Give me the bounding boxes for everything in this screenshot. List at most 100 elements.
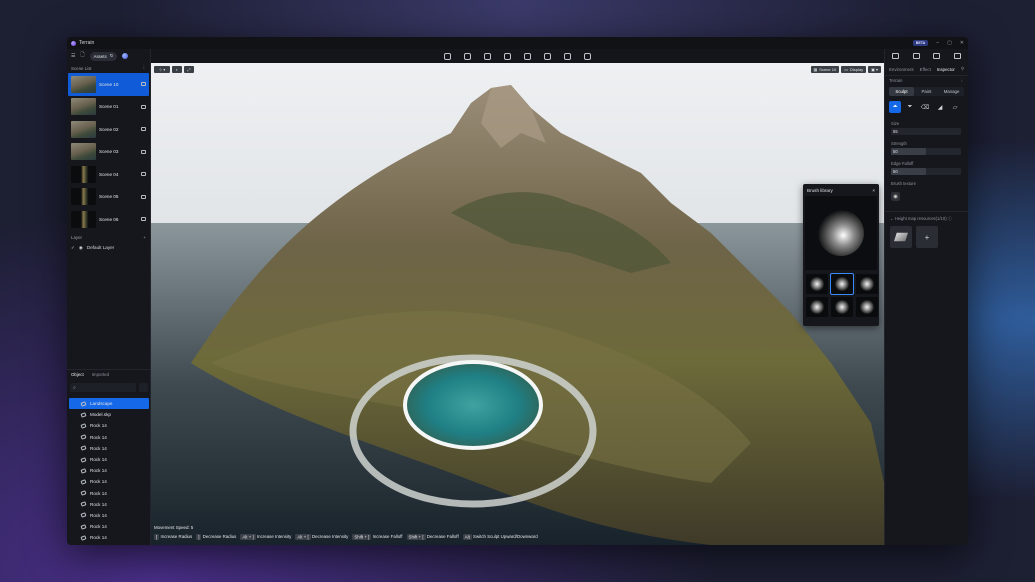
view-toggle-button[interactable]: ◐ xyxy=(172,66,182,73)
camera-icon[interactable] xyxy=(141,149,146,154)
mode-manage[interactable]: Manage xyxy=(939,87,964,96)
scene-chip[interactable]: ▦ Scene 10 xyxy=(810,66,840,73)
minimize-icon[interactable]: – xyxy=(936,40,939,46)
camera-icon[interactable] xyxy=(141,172,146,177)
record-icon[interactable] xyxy=(933,53,941,59)
brush-thumbnail[interactable] xyxy=(830,273,854,295)
shape-icon[interactable] xyxy=(504,52,511,60)
view-options-button[interactable]: ▣ ▾ xyxy=(868,66,881,73)
camera-icon[interactable] xyxy=(141,127,146,132)
brush-thumbnail[interactable] xyxy=(856,274,878,294)
object-item[interactable]: Model.skp xyxy=(69,409,149,420)
camera-icon[interactable] xyxy=(141,217,146,222)
add-heightmap-button[interactable]: + xyxy=(916,226,938,248)
building-icon[interactable] xyxy=(464,52,471,60)
scene-item[interactable]: Scene 03 xyxy=(68,141,149,164)
object-search-input[interactable]: ⌕ xyxy=(70,383,136,392)
scene-label: Scene 10 xyxy=(99,81,119,87)
close-icon[interactable]: ✕ xyxy=(960,40,964,46)
layer-item[interactable]: ✓ ◉ Default Layer xyxy=(67,243,150,253)
layer-header: Layer + xyxy=(67,233,150,243)
mode-paint[interactable]: Paint xyxy=(914,87,939,96)
object-item[interactable]: Rock 14 xyxy=(69,476,149,487)
raise-tool-icon[interactable]: ⏶ xyxy=(889,101,901,113)
right-panel: Environment Effect Inspector ⚲ Terrain ⋮ Sc… xyxy=(884,49,968,545)
shortcut-hints: [ Increase Radius] Decrease Radius Alt + … xyxy=(154,533,538,540)
globe-icon[interactable] xyxy=(122,53,129,59)
object-icon[interactable] xyxy=(524,52,531,60)
screenshot-icon[interactable] xyxy=(912,53,920,59)
assets-button[interactable]: Assets ↻ xyxy=(89,51,118,61)
camera-icon[interactable] xyxy=(141,82,146,87)
brush-thumbnail[interactable] xyxy=(856,297,878,317)
shortcut-hint: Alt + [ Decrease Intensity xyxy=(295,533,348,540)
camera-icon[interactable] xyxy=(141,104,146,109)
tab-imported[interactable]: Imported xyxy=(92,372,109,377)
object-item[interactable]: Landscape xyxy=(69,398,149,410)
chevron-down-icon[interactable]: ⌄ xyxy=(890,216,894,221)
smooth-tool-icon[interactable]: ◢ xyxy=(934,101,946,113)
object-item[interactable]: Rock 14 xyxy=(69,454,149,465)
display-chip[interactable]: ▭ Display xyxy=(841,66,867,73)
object-item[interactable]: Rock 14 xyxy=(69,488,149,499)
scene-list-options-icon[interactable]: ⋮ xyxy=(142,65,146,71)
size-input[interactable]: 55 xyxy=(891,128,961,135)
app-logo-icon xyxy=(71,40,76,46)
tab-object[interactable]: Object xyxy=(71,372,84,377)
object-item[interactable]: Rock 14 xyxy=(69,510,149,521)
object-item[interactable]: Rock 14 xyxy=(69,499,149,510)
tab-effect[interactable]: Effect xyxy=(920,67,931,72)
brush-thumbnail[interactable] xyxy=(831,297,853,317)
grid-icon[interactable] xyxy=(544,52,551,60)
scene-item[interactable]: Scene 01 xyxy=(68,96,149,119)
menu-icon[interactable]: ☰ xyxy=(71,53,75,59)
object-label: Rock 14 xyxy=(90,512,107,518)
flatten-tool-icon[interactable]: ⏥ xyxy=(949,101,961,113)
model-icon xyxy=(80,490,87,496)
maximize-icon[interactable]: ▢ xyxy=(947,40,952,46)
bulb-icon[interactable] xyxy=(444,52,451,60)
scene-label: Scene 05 xyxy=(99,194,119,200)
heightmap-thumbnail[interactable] xyxy=(890,226,912,248)
mode-sculpt[interactable]: Sculpt xyxy=(889,87,914,96)
add-layer-icon[interactable]: + xyxy=(143,235,146,240)
section-options-icon[interactable]: ⋮ xyxy=(960,78,964,84)
pen-icon[interactable] xyxy=(484,52,491,60)
erase-tool-icon[interactable]: ⌫ xyxy=(919,101,931,113)
brush-thumbnail[interactable] xyxy=(806,274,828,294)
planet-icon[interactable] xyxy=(584,52,591,60)
object-item[interactable]: Rock 14 xyxy=(69,420,149,431)
object-item[interactable]: Rock 14 xyxy=(69,465,149,476)
object-label: Rock 14 xyxy=(90,535,107,541)
export-icon[interactable] xyxy=(891,53,899,59)
tab-environment[interactable]: Environment xyxy=(889,67,914,72)
image-icon[interactable] xyxy=(954,53,962,59)
eye-icon[interactable]: ◉ xyxy=(79,245,83,251)
grid-view-icon[interactable] xyxy=(139,383,148,392)
object-item[interactable]: Rock 14 xyxy=(69,443,149,454)
camera-mode-button[interactable]: ⊹ ▾ xyxy=(154,66,170,73)
scene-item[interactable]: Scene 10 xyxy=(68,73,149,96)
terrain-viewport[interactable]: ⊹ ▾ ◐ ⤢ ▦ Scene 10 ▭ Display ▣ ▾ Brush lib… xyxy=(151,63,884,545)
camera-icon[interactable] xyxy=(141,194,146,199)
object-item[interactable]: Rock 14 xyxy=(69,432,149,443)
pin-icon[interactable]: ⚲ xyxy=(961,66,964,72)
strength-slider[interactable]: 50 xyxy=(891,148,961,155)
scene-item[interactable]: Scene 04 xyxy=(68,163,149,186)
tab-inspector[interactable]: Inspector xyxy=(937,67,955,72)
shortcut-text: Decrease Falloff xyxy=(426,534,459,539)
cursor-icon[interactable] xyxy=(564,52,571,60)
scene-item[interactable]: Scene 05 xyxy=(68,186,149,209)
object-item[interactable]: Rock 14 xyxy=(69,543,149,545)
scene-item[interactable]: Scene 06 xyxy=(68,208,149,231)
close-brush-library-icon[interactable]: × xyxy=(872,188,875,193)
brush-texture-swatch[interactable] xyxy=(891,192,900,201)
falloff-slider[interactable]: 50 xyxy=(891,168,961,175)
object-item[interactable]: Rock 14 xyxy=(69,521,149,532)
scene-item[interactable]: Scene 02 xyxy=(68,118,149,141)
new-file-icon[interactable]: 🗋 xyxy=(80,52,84,60)
brush-thumbnail[interactable] xyxy=(806,297,828,317)
lower-tool-icon[interactable]: ⏷ xyxy=(904,101,916,113)
object-item[interactable]: Rock 14 xyxy=(69,532,149,543)
snap-button[interactable]: ⤢ xyxy=(184,66,194,73)
